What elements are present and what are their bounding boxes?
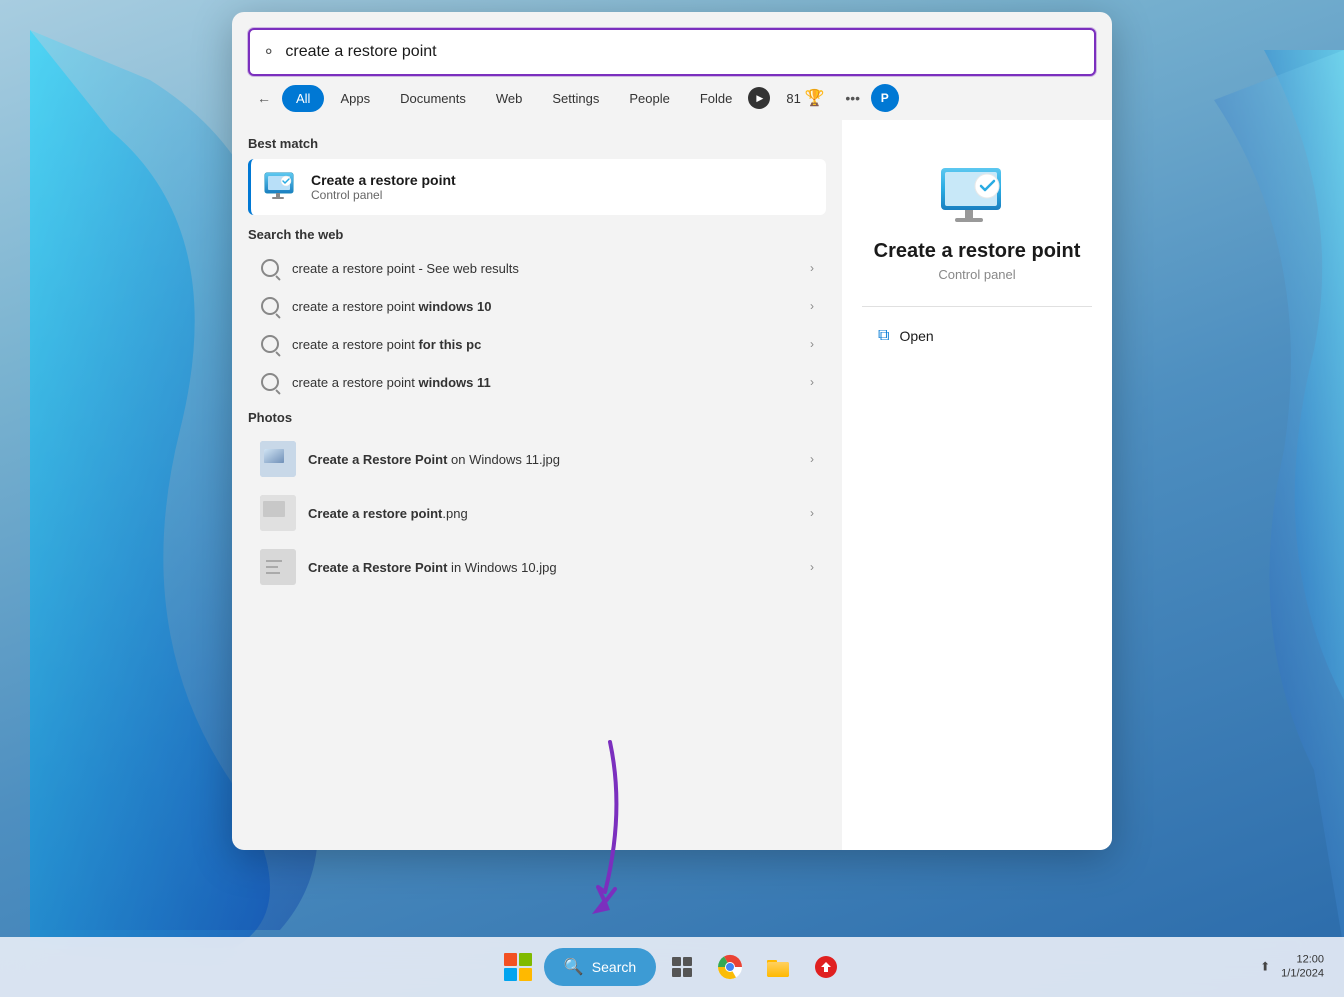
photo-item-3[interactable]: Create a Restore Point in Windows 10.jpg… bbox=[248, 541, 826, 593]
chevron-right-icon-p1: › bbox=[810, 452, 814, 466]
web-search-item-3[interactable]: create a restore point for this pc › bbox=[248, 326, 826, 362]
start-button[interactable] bbox=[496, 945, 540, 989]
taskbar-search-icon: 🔍 bbox=[564, 957, 584, 977]
photo-thumbnail-1 bbox=[260, 441, 296, 477]
search-tabs: ← All Apps Documents Web Settings People… bbox=[232, 76, 1112, 114]
file-explorer-button[interactable] bbox=[756, 945, 800, 989]
taskbar-items: 🔍 Search bbox=[496, 945, 848, 989]
open-label: Open bbox=[899, 328, 933, 344]
open-action[interactable]: ⧉ Open bbox=[862, 319, 1092, 353]
tab-settings[interactable]: Settings bbox=[538, 85, 613, 112]
tab-people[interactable]: People bbox=[615, 85, 683, 112]
search-input[interactable] bbox=[285, 43, 1082, 61]
app-icon-large bbox=[937, 160, 1017, 240]
windows-icon bbox=[504, 953, 532, 981]
taskbar-search-button[interactable]: 🔍 Search bbox=[544, 948, 656, 986]
right-panel-subtitle: Control panel bbox=[938, 267, 1015, 282]
search-popup: ⚬ ← All Apps Documents Web Settings Peop… bbox=[232, 12, 1112, 850]
tab-documents[interactable]: Documents bbox=[386, 85, 480, 112]
web-search-item-1[interactable]: create a restore point - See web results… bbox=[248, 250, 826, 286]
tab-back-button[interactable]: ← bbox=[248, 82, 280, 114]
app-icon bbox=[813, 954, 839, 980]
photos-title: Photos bbox=[248, 410, 826, 425]
search-left-panel: Best match bbox=[232, 120, 842, 850]
taskbar-search-label: Search bbox=[592, 959, 636, 975]
photo-thumbnail-3 bbox=[260, 549, 296, 585]
more-categories-button[interactable]: ▶ bbox=[748, 87, 770, 109]
app-button[interactable] bbox=[804, 945, 848, 989]
tab-all[interactable]: All bbox=[282, 85, 324, 112]
more-options-button[interactable]: ••• bbox=[837, 82, 869, 114]
chevron-right-icon-p2: › bbox=[810, 506, 814, 520]
task-view-icon bbox=[671, 956, 693, 978]
chrome-button[interactable] bbox=[708, 945, 752, 989]
web-search-icon-2 bbox=[260, 296, 280, 316]
web-search-title: Search the web bbox=[248, 227, 826, 242]
open-icon: ⧉ bbox=[878, 327, 889, 345]
web-search-item-4[interactable]: create a restore point windows 11 › bbox=[248, 364, 826, 400]
profile-button[interactable]: P bbox=[871, 84, 899, 112]
file-explorer-icon bbox=[765, 954, 791, 980]
web-search-icon-4 bbox=[260, 372, 280, 392]
trophy-icon: 🏆 bbox=[805, 88, 825, 108]
web-search-icon-3 bbox=[260, 334, 280, 354]
chevron-right-icon-4: › bbox=[810, 375, 814, 389]
search-icon: ⚬ bbox=[262, 42, 275, 62]
right-divider bbox=[862, 306, 1092, 307]
best-match-title: Best match bbox=[248, 136, 826, 151]
search-box-container: ⚬ bbox=[232, 12, 1112, 76]
photo-item-1[interactable]: Create a Restore Point on Windows 11.jpg… bbox=[248, 433, 826, 485]
web-search-item-2[interactable]: create a restore point windows 10 › bbox=[248, 288, 826, 324]
chevron-right-icon-3: › bbox=[810, 337, 814, 351]
tab-folders[interactable]: Folde bbox=[686, 85, 747, 112]
right-panel-title: Create a restore point bbox=[874, 240, 1081, 263]
search-content: Best match bbox=[232, 120, 1112, 850]
best-match-item[interactable]: Create a restore point Control panel bbox=[248, 159, 826, 215]
taskbar: 🔍 Search bbox=[0, 937, 1344, 997]
search-input-wrapper: ⚬ bbox=[248, 28, 1096, 76]
right-icon-area: Create a restore point Control panel ⧉ O… bbox=[842, 120, 1112, 369]
tab-web[interactable]: Web bbox=[482, 85, 537, 112]
search-right-panel: Create a restore point Control panel ⧉ O… bbox=[842, 120, 1112, 850]
best-match-text: Create a restore point Control panel bbox=[311, 172, 456, 202]
photo-item-2[interactable]: Create a restore point.png › bbox=[248, 487, 826, 539]
task-view-button[interactable] bbox=[660, 945, 704, 989]
chevron-right-icon-2: › bbox=[810, 299, 814, 313]
clock: 12:00 1/1/2024 bbox=[1281, 953, 1324, 982]
photo-thumbnail-2 bbox=[260, 495, 296, 531]
chrome-icon bbox=[716, 953, 744, 981]
taskbar-right: ⬆ 12:00 1/1/2024 bbox=[1255, 953, 1324, 982]
web-search-icon bbox=[260, 258, 280, 278]
tray-icon: ⬆ bbox=[1255, 957, 1275, 977]
tab-apps[interactable]: Apps bbox=[326, 85, 384, 112]
points-badge: 81 🏆 bbox=[776, 84, 834, 112]
chevron-right-icon: › bbox=[810, 261, 814, 275]
best-match-icon bbox=[263, 169, 299, 205]
chevron-right-icon-p3: › bbox=[810, 560, 814, 574]
